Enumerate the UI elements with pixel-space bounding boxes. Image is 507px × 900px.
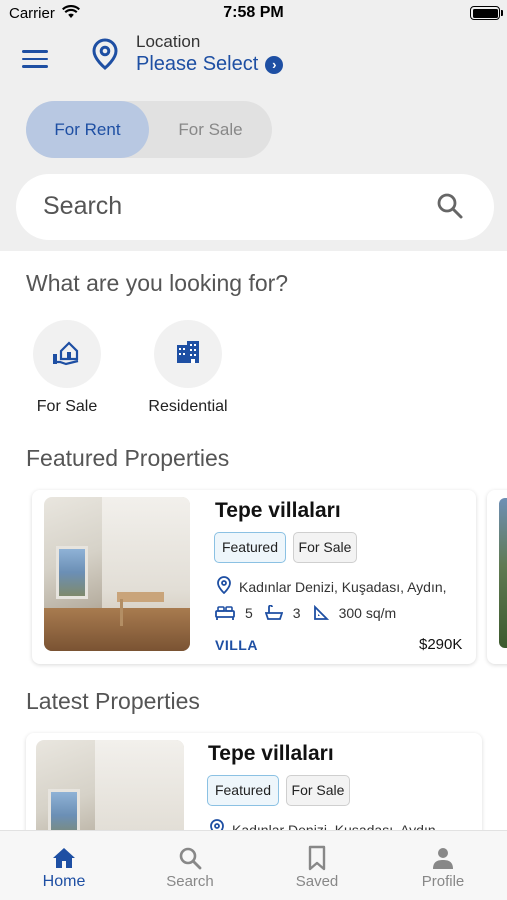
category-label: Residential — [148, 398, 228, 415]
toggle-for-sale[interactable]: For Sale — [149, 101, 272, 158]
search-icon[interactable] — [436, 192, 464, 225]
tab-label: Saved — [295, 873, 339, 890]
bath-icon — [264, 605, 283, 621]
chevron-right-icon: › — [265, 55, 284, 74]
hand-house-icon — [52, 338, 82, 371]
bed-icon — [215, 606, 235, 620]
status-bar: Carrier 7:58 PM — [0, 0, 507, 26]
tab-label: Home — [42, 873, 86, 890]
tab-profile[interactable]: Profile — [393, 831, 493, 900]
person-icon — [393, 843, 493, 873]
beds-count: 5 — [245, 605, 253, 621]
search-icon — [140, 843, 240, 873]
tab-saved[interactable]: Saved — [267, 831, 367, 900]
area-value: 300 sq/m — [338, 605, 397, 621]
property-type: VILLA — [215, 637, 258, 653]
baths-count: 3 — [292, 605, 301, 621]
next-property-card-peek[interactable] — [487, 490, 507, 664]
address-text: Kadınlar Denizi, Kuşadası, Aydın, — [239, 578, 447, 595]
hamburger-menu-icon[interactable] — [22, 50, 48, 72]
rent-sale-toggle: For Rent For Sale — [26, 101, 272, 158]
area-ruler-icon — [313, 605, 329, 621]
categories-title: What are you looking for? — [26, 270, 289, 296]
for-sale-tag: For Sale — [286, 775, 350, 806]
battery-nub — [501, 10, 503, 16]
bottom-tab-bar: Home Search Saved Profile — [0, 830, 507, 900]
for-sale-tag: For Sale — [293, 532, 357, 563]
property-price: $290K — [419, 636, 463, 653]
battery-icon — [470, 6, 500, 20]
clock: 7:58 PM — [223, 4, 284, 21]
latest-title: Latest Properties — [26, 688, 200, 714]
location-value: Please Select — [136, 53, 259, 75]
header: Location Please Select › For Rent For Sa… — [0, 26, 507, 251]
location-pin-icon — [217, 576, 231, 597]
toggle-for-rent[interactable]: For Rent — [26, 101, 149, 158]
category-residential[interactable]: Residential — [143, 320, 233, 416]
property-title: Tepe villaları — [208, 742, 334, 765]
featured-tag: Featured — [207, 775, 279, 806]
location-label: Location — [136, 32, 201, 51]
property-specs: 5 3 300 sq/m — [215, 605, 408, 621]
tab-label: Profile — [421, 873, 465, 890]
home-icon — [14, 843, 114, 873]
bookmark-icon — [267, 843, 367, 873]
tab-label: Search — [166, 873, 214, 890]
category-icon-circle — [33, 320, 101, 388]
search-input[interactable]: Search — [43, 192, 122, 221]
featured-property-card[interactable]: Tepe villaları Featured For Sale Kadınla… — [32, 490, 476, 664]
property-title: Tepe villaları — [215, 499, 341, 522]
location-pin-icon — [92, 38, 118, 75]
property-address: Kadınlar Denizi, Kuşadası, Aydın, — [217, 576, 447, 597]
featured-tag: Featured — [214, 532, 286, 563]
tab-search[interactable]: Search — [140, 831, 240, 900]
tab-home[interactable]: Home — [14, 831, 114, 900]
building-icon — [175, 339, 201, 370]
search-bar[interactable]: Search — [16, 174, 494, 240]
featured-title: Featured Properties — [26, 445, 230, 471]
property-photo — [499, 498, 507, 648]
category-label: For Sale — [36, 398, 98, 415]
location-selector[interactable]: Please Select › — [136, 53, 284, 76]
property-photo — [44, 497, 190, 651]
category-for-sale[interactable]: For Sale — [22, 320, 112, 416]
category-icon-circle — [154, 320, 222, 388]
